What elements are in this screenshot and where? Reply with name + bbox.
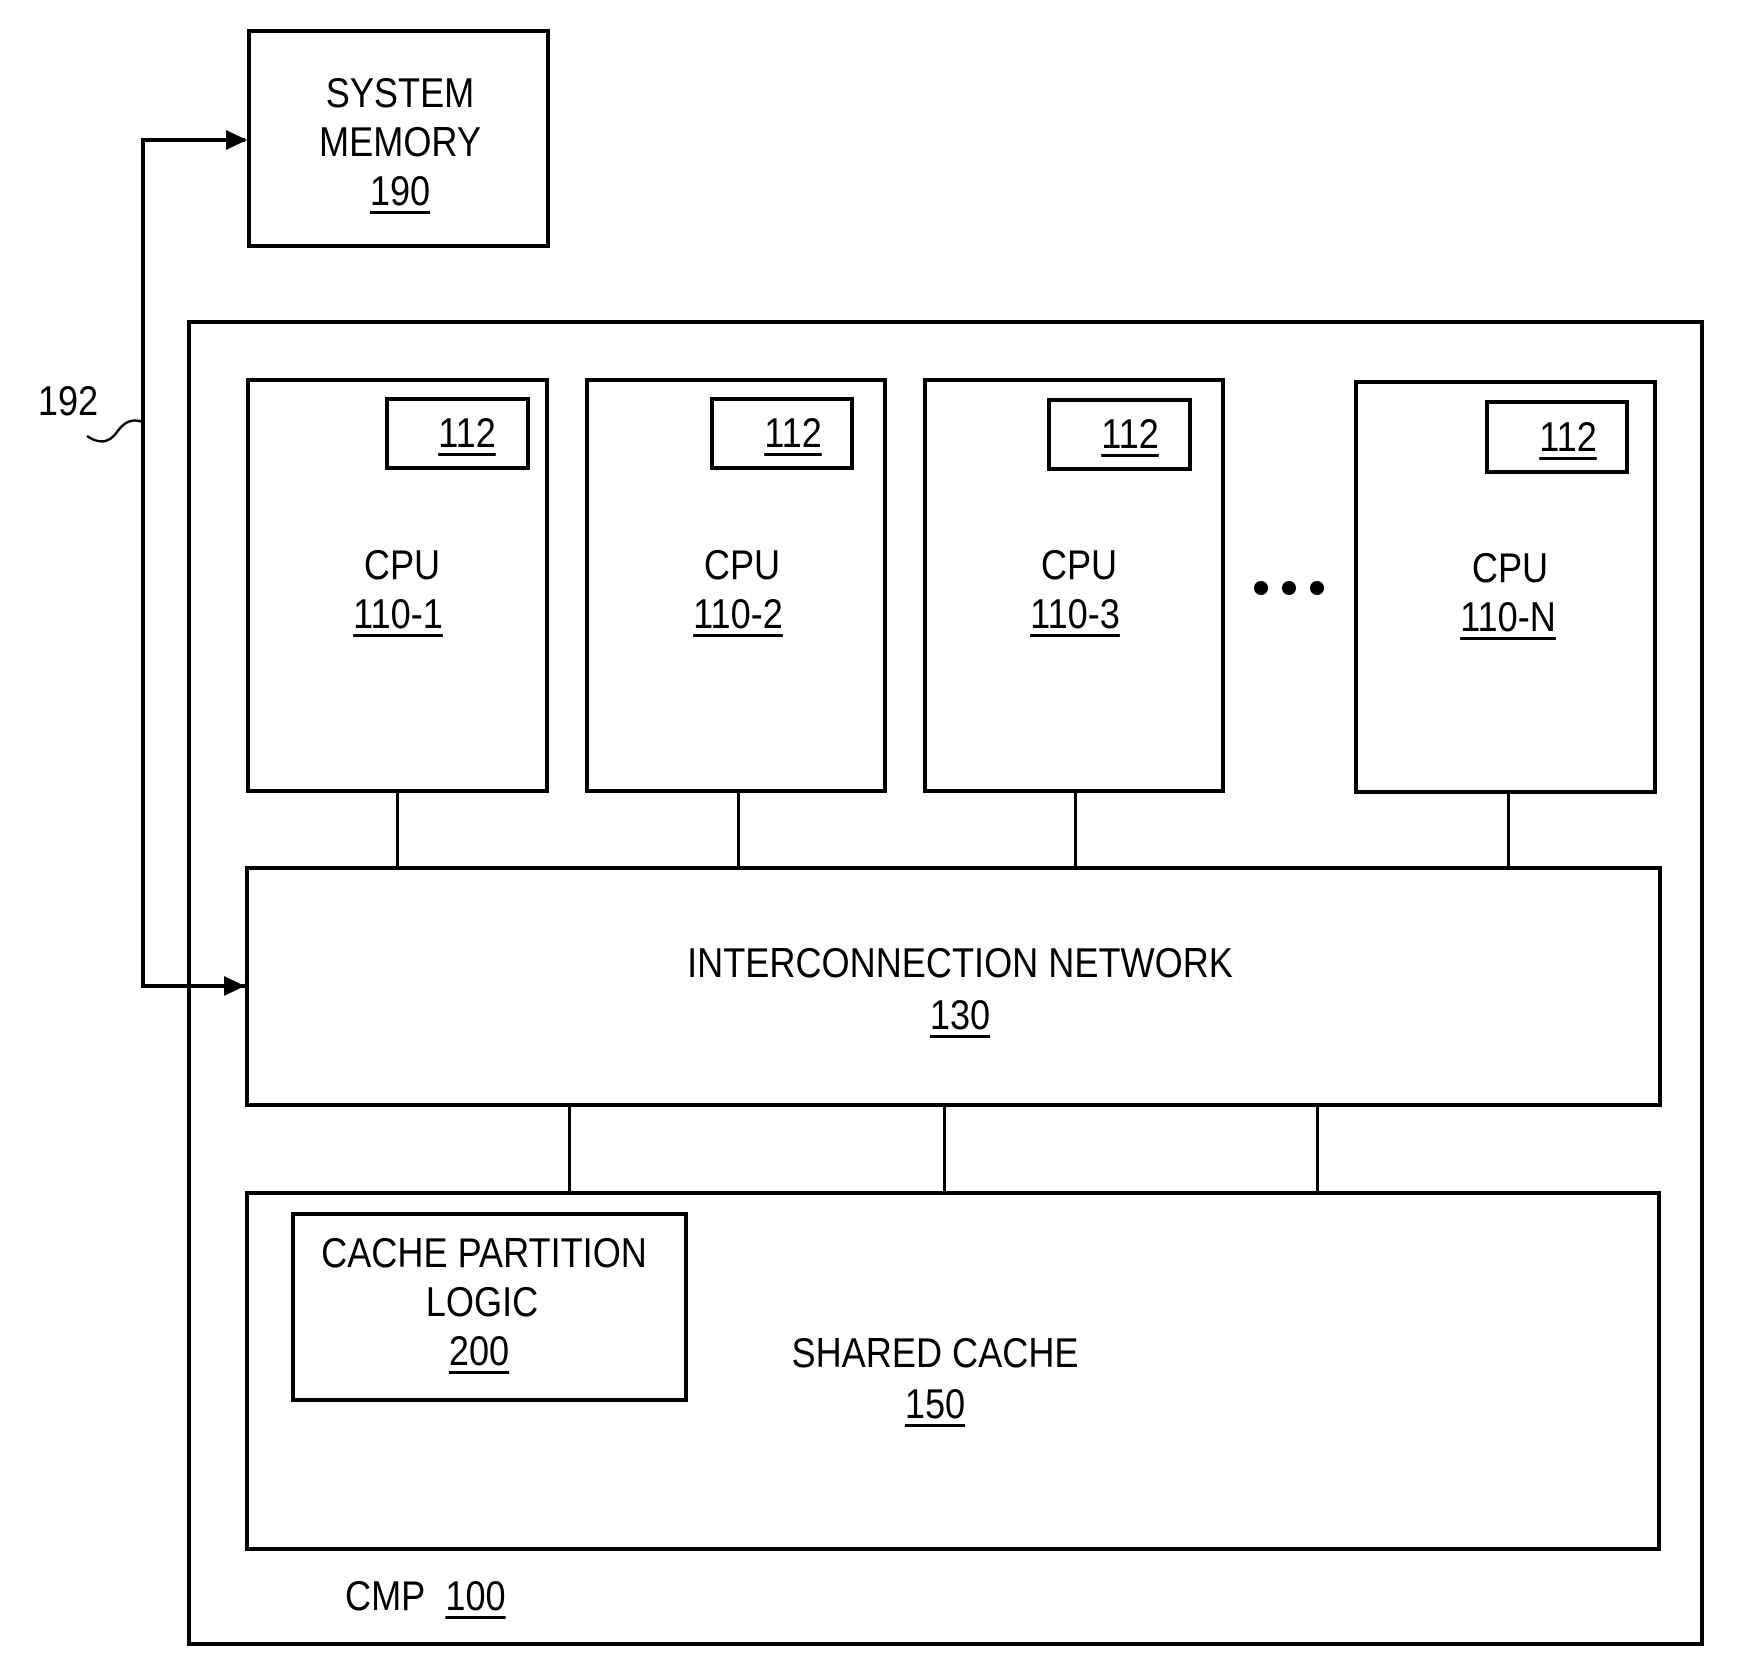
cpu-ref-3: 110-3 [1030, 590, 1120, 637]
shared-cache-title: SHARED CACHE [791, 1329, 1079, 1376]
arrow-to-system-memory-icon [226, 130, 247, 150]
system-memory-title-line2: MEMORY [319, 118, 481, 165]
shared-cache-ref: 150 [904, 1380, 966, 1427]
cache-partition-title-line1: CACHE PARTITION [321, 1229, 647, 1276]
ellipsis-dot-icon [1310, 581, 1324, 595]
ellipsis-dot-icon [1282, 581, 1296, 595]
cpu-cache-ref-1: 112 [438, 409, 496, 456]
cpu2-connector [737, 793, 740, 867]
interconnect-title: INTERCONNECTION NETWORK [687, 939, 1233, 986]
interconnect-ref: 130 [929, 991, 991, 1038]
cache-partition-title-line2: LOGIC [425, 1278, 539, 1325]
cpun-connector [1507, 794, 1510, 867]
cpu-ref-n: 110-N [1460, 593, 1556, 640]
cpu-ref-2: 110-2 [693, 590, 783, 637]
cpu-title-3: CPU [1040, 541, 1118, 588]
cache-connector-3 [1316, 1107, 1319, 1193]
cpu-title-1: CPU [363, 541, 441, 588]
cmp-title: CMP [345, 1572, 426, 1619]
cache-connector-1 [568, 1107, 571, 1193]
cmp-ref: 100 [445, 1572, 506, 1619]
cpu-ref-1: 110-1 [353, 590, 443, 637]
cpu1-connector [396, 793, 399, 867]
cpu-title-2: CPU [703, 541, 781, 588]
cpu-title-n: CPU [1471, 544, 1549, 591]
cache-connector-2 [943, 1107, 946, 1193]
cpu-cache-ref-n: 112 [1539, 413, 1597, 460]
cpu3-connector [1074, 793, 1077, 867]
system-memory-title-line1: SYSTEM [325, 69, 475, 116]
bus-ref-label: 192 [37, 377, 99, 424]
cpu-cache-ref-2: 112 [764, 409, 822, 456]
cache-partition-ref: 200 [448, 1327, 510, 1374]
system-memory-ref: 190 [369, 167, 431, 214]
ellipsis-dot-icon [1254, 581, 1268, 595]
cmp-label: CMP 100 [345, 1575, 506, 1617]
cpu-cache-ref-3: 112 [1101, 410, 1159, 457]
interconnection-network-block [245, 866, 1662, 1107]
